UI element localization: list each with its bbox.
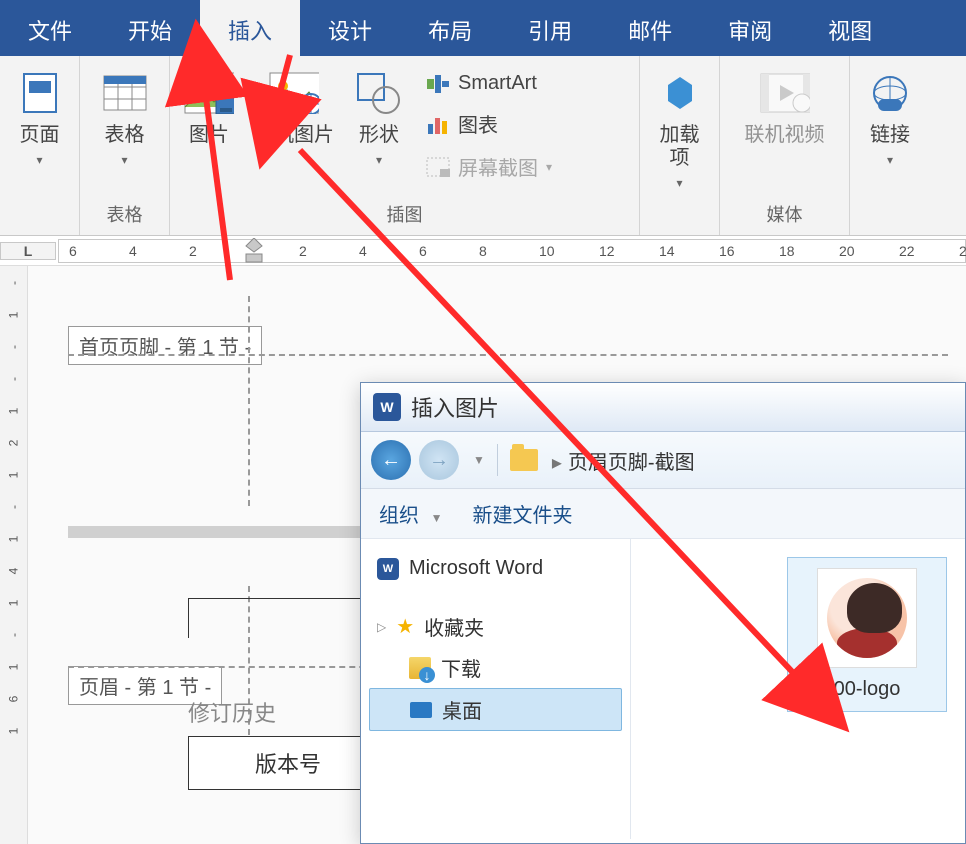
table-group-label: 表格 <box>107 195 143 235</box>
dialog-toolbar: 组织 ▼ 新建文件夹 <box>361 489 965 539</box>
media-group-label: 媒体 <box>767 195 803 235</box>
page-icon <box>15 68 65 118</box>
file-name-label: 00-logo <box>798 678 936 701</box>
word-doc-icon: W <box>377 558 399 580</box>
star-icon: ★ <box>396 614 414 639</box>
smartart-button[interactable]: SmartArt <box>418 68 560 99</box>
link-icon <box>865 68 915 118</box>
new-folder-button[interactable]: 新建文件夹 <box>472 499 572 528</box>
pages-label: 页面 <box>20 124 60 147</box>
side-item-favorites[interactable]: ▷ ★ 收藏夹 <box>369 606 622 647</box>
shapes-label: 形状 <box>359 124 399 147</box>
shapes-icon <box>354 68 404 118</box>
nav-forward-button[interactable]: → <box>419 440 459 480</box>
links-label: 链接 <box>870 124 910 147</box>
online-video-icon <box>760 68 810 118</box>
avatar-image <box>827 578 907 658</box>
online-picture-icon <box>269 68 319 118</box>
dialog-titlebar[interactable]: W 插入图片 <box>361 383 965 432</box>
desktop-icon <box>410 702 432 718</box>
online-picture-label: 联机图片 <box>254 124 334 147</box>
addins-button[interactable]: 加载 项 <box>645 62 715 192</box>
dialog-nav: ← → ▼ ▸页眉页脚-截图 <box>361 432 965 489</box>
table-icon <box>100 68 150 118</box>
side-item-desktop[interactable]: 桌面 <box>369 688 622 731</box>
nav-history-dropdown[interactable]: ▼ <box>473 453 485 467</box>
doc-version-cell: 版本号 <box>188 737 388 790</box>
doc-history-text: 修订历史 <box>188 696 276 728</box>
illustrations-group-label: 插图 <box>387 195 423 235</box>
dialog-file-area[interactable]: 00-logo <box>631 539 965 839</box>
side-item-word[interactable]: W Microsoft Word <box>369 551 622 586</box>
chart-label: 图表 <box>458 109 498 138</box>
ribbon-tabs: 文件 开始 插入 设计 布局 引用 邮件 审阅 视图 <box>0 0 966 56</box>
screenshot-label: 屏幕截图 <box>458 152 538 181</box>
tab-design[interactable]: 设计 <box>300 0 400 56</box>
tab-home[interactable]: 开始 <box>100 0 200 56</box>
picture-button[interactable]: 图片 <box>174 62 244 149</box>
horizontal-ruler[interactable]: L 6 4 2 2 4 6 8 10 12 14 16 18 20 22 24 <box>0 236 966 266</box>
online-picture-button[interactable]: 联机图片 <box>244 62 344 149</box>
dialog-sidebar: W Microsoft Word ▷ ★ 收藏夹 下载 桌面 <box>361 539 631 839</box>
vertical-ruler[interactable]: -1-- 121- 141- 161 <box>0 266 28 844</box>
file-item-00-logo[interactable]: 00-logo <box>787 557 947 712</box>
tab-insert[interactable]: 插入 <box>200 0 300 56</box>
pages-button[interactable]: 页面 <box>5 62 75 169</box>
downloads-icon <box>409 657 431 679</box>
smartart-icon <box>426 74 450 94</box>
nav-back-button[interactable]: ← <box>371 440 411 480</box>
organize-button[interactable]: 组织 ▼ <box>379 499 442 528</box>
links-button[interactable]: 链接 <box>855 62 925 169</box>
tab-layout[interactable]: 布局 <box>400 0 500 56</box>
picture-icon <box>184 68 234 118</box>
online-video-label: 联机视频 <box>745 124 825 147</box>
screenshot-button[interactable]: 屏幕截图 <box>418 148 560 185</box>
table-button[interactable]: 表格 <box>90 62 160 169</box>
side-item-downloads[interactable]: 下载 <box>369 647 622 688</box>
chart-icon <box>426 114 450 134</box>
addins-icon <box>655 68 705 118</box>
file-thumbnail <box>817 568 917 668</box>
tab-review[interactable]: 审阅 <box>700 0 800 56</box>
ruler-corner: L <box>0 242 56 260</box>
folder-icon <box>510 449 538 471</box>
picture-label: 图片 <box>189 124 229 147</box>
shapes-button[interactable]: 形状 <box>344 62 414 169</box>
table-label: 表格 <box>105 124 145 147</box>
addins-label: 加载 项 <box>660 124 700 170</box>
footer-section-tag: 首页页脚 - 第 1 节 - <box>68 326 262 365</box>
breadcrumb[interactable]: ▸页眉页脚-截图 <box>546 446 695 475</box>
tab-ref[interactable]: 引用 <box>500 0 600 56</box>
ribbon-body: 页面 表格 表格 图片 <box>0 56 966 236</box>
tab-file[interactable]: 文件 <box>0 0 100 56</box>
tab-mail[interactable]: 邮件 <box>600 0 700 56</box>
tab-view[interactable]: 视图 <box>800 0 900 56</box>
word-app-icon: W <box>373 393 401 421</box>
screenshot-icon <box>426 157 450 177</box>
online-video-button[interactable]: 联机视频 <box>735 62 835 149</box>
insert-picture-dialog: W 插入图片 ← → ▼ ▸页眉页脚-截图 组织 ▼ 新建文件夹 W Micro… <box>360 382 966 844</box>
chart-button[interactable]: 图表 <box>418 105 560 142</box>
smartart-label: SmartArt <box>458 72 537 95</box>
dialog-title-text: 插入图片 <box>411 391 499 423</box>
